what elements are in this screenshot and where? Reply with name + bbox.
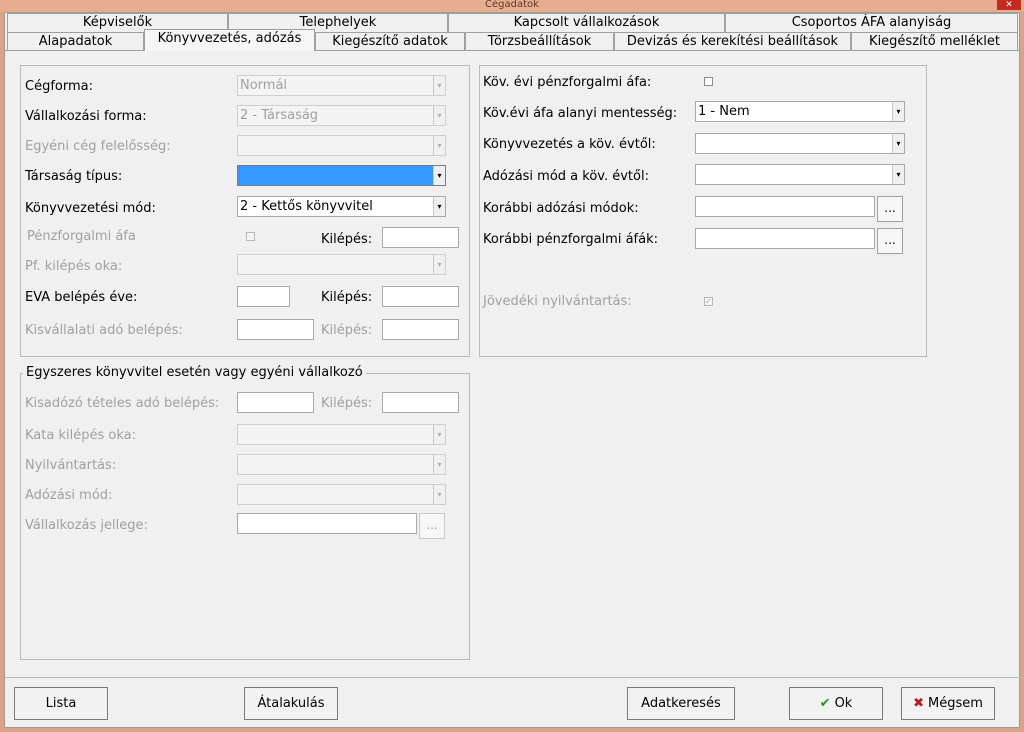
ok-button-label: Ok: [834, 696, 853, 711]
title-bar: Cégadatok ✕: [0, 0, 1024, 12]
tab-kapcsolt-vallalkozasok[interactable]: Kapcsolt vállalkozások: [448, 13, 725, 32]
cross-icon: ✖: [913, 696, 924, 711]
kov-evi-afa-mentesseg-select[interactable]: 1 - Nem ▾: [695, 101, 905, 122]
jovedeki-checkbox[interactable]: ✓: [704, 297, 713, 306]
kisvallalati-kilepes-input[interactable]: [382, 319, 459, 340]
ok-button[interactable]: ✔ Ok: [789, 687, 883, 720]
kata-kilepes-oka-label: Kata kilépés oka:: [25, 428, 136, 443]
tab-devizas-kerekitesi[interactable]: Devizás és kerekítési beállítások: [614, 32, 851, 51]
vallalkozasi-forma-label: Vállalkozási forma:: [25, 109, 147, 124]
kisvallalati-ado-label: Kisvállalati adó belépés:: [25, 323, 183, 338]
chevron-down-icon: ▾: [433, 106, 445, 125]
close-icon[interactable]: ✕: [997, 0, 1021, 10]
konyvvezetesi-mod-select[interactable]: 2 - Kettős könyvvitel ▾: [237, 196, 446, 217]
tab-alapadatok[interactable]: Alapadatok: [7, 32, 144, 51]
penzforgalmi-kilepes-label: Kilépés:: [321, 232, 373, 247]
adozasi-mod-kov-select[interactable]: ▾: [695, 164, 905, 185]
pf-kilepes-oka-label: Pf. kilépés oka:: [25, 259, 123, 274]
megsem-button[interactable]: ✖ Mégsem: [901, 687, 995, 720]
konyvvezetes-kov-select[interactable]: ▾: [695, 133, 905, 154]
vallalkozas-jellege-browse-button[interactable]: ...: [419, 513, 445, 539]
kisvallalati-kilepes-label: Kilépés:: [321, 323, 373, 338]
korabbi-penzforgalmi-input[interactable]: [695, 228, 875, 249]
checkmark-icon: ✔: [819, 696, 831, 711]
eva-belepes-input[interactable]: [237, 286, 290, 307]
eva-kilepes-input[interactable]: [382, 286, 459, 307]
chevron-down-icon: ▾: [892, 165, 904, 184]
cegforma-label: Cégforma:: [25, 79, 93, 94]
kisadozo-label: Kisadózó tételes adó belépés:: [25, 396, 220, 411]
konyvvezetesi-mod-label: Könyvvezetési mód:: [25, 201, 156, 216]
nyilvantartas-label: Nyilvántartás:: [25, 458, 117, 473]
pf-kilepes-oka-select[interactable]: ▾: [237, 254, 446, 275]
adatkereses-button[interactable]: Adatkeresés: [627, 687, 735, 720]
kisadozo-kilepes-input[interactable]: [382, 392, 459, 413]
kisadozo-kilepes-label: Kilépés:: [321, 396, 373, 411]
chevron-down-icon: ▾: [433, 255, 445, 274]
lista-button[interactable]: Lista: [14, 687, 108, 720]
jovedeki-label: Jövedéki nyilvántartás:: [483, 294, 632, 309]
vallalkozasi-forma-value: 2 - Társaság: [240, 108, 319, 123]
eva-belepes-label: EVA belépés éve:: [25, 290, 138, 305]
tab-kiegeszito-adatok[interactable]: Kiegészítő adatok: [315, 32, 465, 51]
tarsasag-tipus-select[interactable]: ▾: [237, 165, 446, 186]
bottom-separator: [5, 677, 1021, 678]
eva-kilepes-label: Kilépés:: [321, 290, 373, 305]
egyeni-ceg-select[interactable]: ▾: [237, 135, 446, 156]
chevron-down-icon: ▾: [433, 76, 445, 95]
vallalkozas-jellege-input[interactable]: [237, 513, 417, 534]
nyilvantartas-select[interactable]: ▾: [237, 454, 446, 475]
penzforgalmi-afa-label: Pénzforgalmi áfa: [27, 229, 136, 244]
korabbi-adozasi-input[interactable]: [695, 196, 875, 217]
korabbi-penzforgalmi-label: Korábbi pénzforgalmi áfák:: [483, 232, 659, 247]
korabbi-adozasi-label: Korábbi adózási módok:: [483, 201, 639, 216]
atalakulas-button[interactable]: Átalakulás: [244, 687, 338, 720]
kov-evi-afa-mentesseg-value: 1 - Nem: [698, 104, 750, 119]
chevron-down-icon: ▾: [433, 136, 445, 155]
chevron-down-icon: ▾: [433, 425, 445, 444]
kisvallalati-ado-input[interactable]: [237, 319, 314, 340]
vallalkozas-jellege-label: Vállalkozás jellege:: [25, 518, 148, 533]
chevron-down-icon: ▾: [892, 102, 904, 121]
penzforgalmi-kilepes-input[interactable]: [382, 227, 459, 248]
cegforma-select[interactable]: Normál ▾: [237, 75, 446, 96]
kov-evi-penzforgalmi-checkbox[interactable]: [704, 77, 713, 86]
kisadozo-input[interactable]: [237, 392, 314, 413]
konyvvezetes-kov-label: Könyvvezetés a köv. évtől:: [483, 137, 656, 152]
window-title: Cégadatok: [485, 0, 539, 10]
tab-konyvvezetes-adozas[interactable]: Könyvvezetés, adózás: [144, 29, 315, 51]
egyszeres-group-title: Egyszeres könyvvitel esetén vagy egyéni …: [23, 365, 366, 380]
chevron-down-icon: ▾: [433, 166, 445, 185]
adozasi-mod-label: Adózási mód:: [25, 488, 113, 503]
megsem-button-label: Mégsem: [928, 696, 983, 711]
kata-kilepes-oka-select[interactable]: ▾: [237, 424, 446, 445]
kov-evi-penzforgalmi-label: Köv. évi pénzforgalmi áfa:: [483, 75, 652, 90]
vallalkozasi-forma-select[interactable]: 2 - Társaság ▾: [237, 105, 446, 126]
adozasi-mod-kov-label: Adózási mód a köv. évtől:: [483, 169, 649, 184]
chevron-down-icon: ▾: [433, 455, 445, 474]
tab-csoportos-afa[interactable]: Csoportos ÁFA alanyiság: [725, 13, 1018, 32]
chevron-down-icon: ▾: [892, 134, 904, 153]
tab-torzsbeallitasok[interactable]: Törzsbeállítások: [465, 32, 614, 51]
tab-kiegeszito-melleklet[interactable]: Kiegészítő melléklet: [851, 32, 1018, 51]
penzforgalmi-afa-checkbox[interactable]: [246, 232, 255, 241]
chevron-down-icon: ▾: [433, 485, 445, 504]
chevron-down-icon: ▾: [433, 197, 445, 216]
dialog-window: Képviselők Telephelyek Kapcsolt vállalko…: [4, 12, 1021, 728]
kov-evi-afa-mentesseg-label: Köv.évi áfa alanyi mentesség:: [483, 106, 678, 121]
cegforma-value: Normál: [240, 78, 288, 93]
adozasi-mod-select[interactable]: ▾: [237, 484, 446, 505]
konyvvezetesi-mod-value: 2 - Kettős könyvvitel: [240, 199, 373, 214]
korabbi-adozasi-browse-button[interactable]: ...: [877, 196, 903, 222]
tarsasag-tipus-label: Társaság típus:: [25, 169, 123, 184]
egyeni-ceg-label: Egyéni cég felelősség:: [25, 139, 171, 154]
korabbi-penzforgalmi-browse-button[interactable]: ...: [877, 228, 903, 254]
